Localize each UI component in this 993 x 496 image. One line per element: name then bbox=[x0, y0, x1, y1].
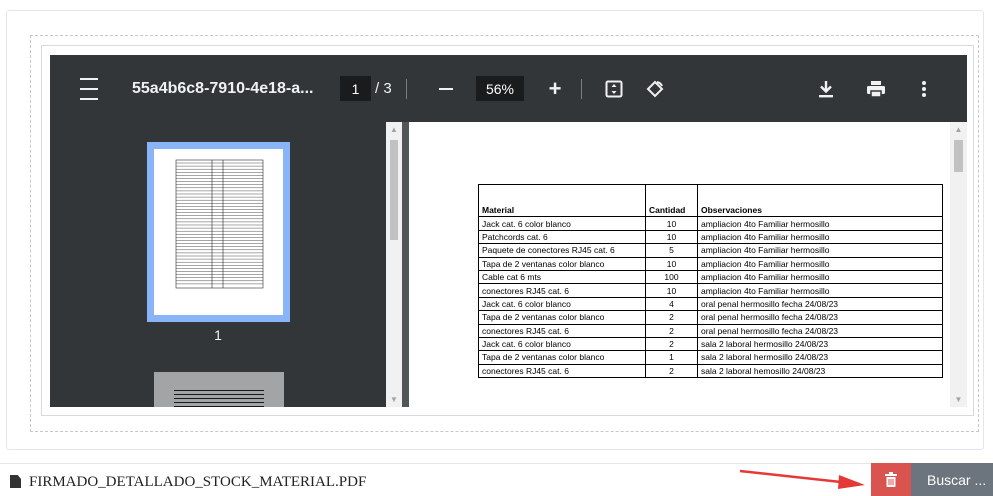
cell-material: Paquete de conectores RJ45 cat. 6 bbox=[478, 243, 646, 258]
cell-material: Jack cat. 6 color blanco bbox=[478, 336, 646, 352]
file-icon bbox=[10, 475, 21, 488]
page-view: Material Cantidad Observaciones Jack cat… bbox=[402, 122, 967, 407]
cell-observaciones: sala 2 laboral hemosillo 24/08/23 bbox=[697, 363, 943, 379]
cell-observaciones: sala 2 laboral hermosillo 24/08/23 bbox=[697, 350, 943, 365]
more-vert-icon[interactable] bbox=[914, 55, 934, 122]
cell-observaciones: ampliacion 4to Familiar hermosillo bbox=[697, 256, 943, 271]
column-header-observaciones: Observaciones bbox=[697, 183, 943, 218]
cell-material: Tapa de 2 ventanas color blanco bbox=[478, 350, 646, 365]
zoom-out-icon[interactable] bbox=[434, 55, 458, 122]
cell-cantidad: 4 bbox=[645, 296, 698, 312]
table-row: Jack cat. 6 color blanco 10 ampliacion 4to… bbox=[478, 216, 943, 231]
cell-material: conectores RJ45 cat. 6 bbox=[478, 363, 646, 379]
zoom-input[interactable]: 56% bbox=[476, 55, 524, 122]
cell-material: Jack cat. 6 color blanco bbox=[478, 296, 646, 312]
search-button[interactable]: Buscar ... bbox=[911, 463, 993, 496]
cell-cantidad: 1 bbox=[645, 350, 698, 365]
fit-to-page-icon[interactable] bbox=[602, 55, 626, 122]
page-scrollbar[interactable]: ▲ ▼ bbox=[950, 122, 967, 407]
table-row: conectores RJ45 cat. 6 10 ampliacion 4to F… bbox=[478, 283, 943, 298]
page-total: / 3 bbox=[375, 80, 392, 97]
divider bbox=[0, 463, 993, 464]
rotate-icon[interactable] bbox=[643, 55, 667, 122]
column-header-material: Material bbox=[478, 183, 646, 218]
cell-observaciones: ampliacion 4to Familiar hermosillo bbox=[697, 283, 943, 298]
print-icon[interactable] bbox=[864, 55, 888, 122]
table-row: conectores RJ45 cat. 6 2 sala 2 laboral he… bbox=[478, 363, 943, 379]
table-row: conectores RJ45 cat. 6 2 oral penal hermos… bbox=[478, 323, 943, 338]
table-row: Jack cat. 6 color blanco 2 sala 2 laboral … bbox=[478, 336, 943, 352]
cell-observaciones: ampliacion 4to Familiar hermosillo bbox=[697, 269, 943, 285]
cell-observaciones: oral penal hermosillo fecha 24/08/23 bbox=[697, 310, 943, 325]
cell-material: Tapa de 2 ventanas color blanco bbox=[478, 310, 646, 325]
cell-observaciones: ampliacion 4to Familiar hermosillo bbox=[697, 229, 943, 245]
cell-material: conectores RJ45 cat. 6 bbox=[478, 323, 646, 338]
thumbnail-panel: 1 bbox=[50, 122, 386, 407]
cell-material: Cable cat 6 mts bbox=[478, 269, 646, 285]
toolbar-divider bbox=[581, 79, 582, 99]
thumbnail-page-2[interactable] bbox=[154, 372, 284, 407]
pdf-page: Material Cantidad Observaciones Jack cat… bbox=[409, 122, 953, 407]
trash-icon bbox=[885, 472, 897, 487]
cell-cantidad: 2 bbox=[645, 363, 698, 379]
download-icon[interactable] bbox=[814, 55, 838, 122]
cell-material: Patchcords cat. 6 bbox=[478, 229, 646, 245]
table-row: Patchcords cat. 6 10 ampliacion 4to Famili… bbox=[478, 229, 943, 245]
table-row: Jack cat. 6 color blanco 4 oral penal herm… bbox=[478, 296, 943, 312]
cell-cantidad: 10 bbox=[645, 216, 698, 231]
cell-cantidad: 10 bbox=[645, 256, 698, 271]
cell-observaciones: ampliacion 4to Familiar hermosillo bbox=[697, 216, 943, 231]
document-title: 55a4b6c8-7910-4e18-a... bbox=[132, 79, 314, 97]
delete-button[interactable] bbox=[871, 463, 911, 496]
cell-observaciones: ampliacion 4to Familiar hermosillo bbox=[697, 243, 943, 258]
cell-observaciones: oral penal hermosillo fecha 24/08/23 bbox=[697, 296, 943, 312]
thumbnail-scrollbar[interactable]: ▲ ▼ bbox=[386, 122, 402, 407]
cell-cantidad: 2 bbox=[645, 336, 698, 352]
thumbnail-label: 1 bbox=[214, 327, 222, 343]
menu-icon[interactable] bbox=[77, 55, 101, 122]
cell-cantidad: 2 bbox=[645, 323, 698, 338]
thumbnail-page-1[interactable] bbox=[147, 142, 290, 322]
cell-material: conectores RJ45 cat. 6 bbox=[478, 283, 646, 298]
annotation-arrow-icon bbox=[739, 469, 865, 489]
cell-cantidad: 10 bbox=[645, 283, 698, 298]
file-name: FIRMADO_DETALLADO_STOCK_MATERIAL.PDF bbox=[29, 474, 367, 490]
cell-material: Jack cat. 6 color blanco bbox=[478, 216, 646, 231]
table-row: Paquete de conectores RJ45 cat. 6 5 amplia… bbox=[478, 243, 943, 258]
cell-observaciones: oral penal hermosillo fecha 24/08/23 bbox=[697, 323, 943, 338]
cell-cantidad: 2 bbox=[645, 310, 698, 325]
toolbar-divider bbox=[406, 79, 407, 99]
material-table: Material Cantidad Observaciones Jack cat… bbox=[478, 183, 943, 379]
table-row: Tapa de 2 ventanas color blanco 1 sala 2 l… bbox=[478, 350, 943, 365]
column-header-cantidad: Cantidad bbox=[645, 183, 698, 218]
cell-cantidad: 100 bbox=[645, 269, 698, 285]
table-row: Cable cat 6 mts 100 ampliacion 4to Familia… bbox=[478, 269, 943, 285]
table-row: Tapa de 2 ventanas color blanco 2 oral pen… bbox=[478, 310, 943, 325]
page-number-input[interactable]: 1 bbox=[340, 55, 371, 122]
cell-cantidad: 5 bbox=[645, 243, 698, 258]
cell-cantidad: 10 bbox=[645, 229, 698, 245]
table-row: Tapa de 2 ventanas color blanco 10 ampliac… bbox=[478, 256, 943, 271]
cell-observaciones: sala 2 laboral hermosillo 24/08/23 bbox=[697, 336, 943, 352]
zoom-in-icon[interactable]: + bbox=[543, 55, 567, 122]
pdf-viewer: 55a4b6c8-7910-4e18-a... 1 / 3 56% + 1 ▲ … bbox=[50, 55, 967, 407]
cell-material: Tapa de 2 ventanas color blanco bbox=[478, 256, 646, 271]
viewer-toolbar: 55a4b6c8-7910-4e18-a... 1 / 3 56% + bbox=[50, 55, 967, 122]
